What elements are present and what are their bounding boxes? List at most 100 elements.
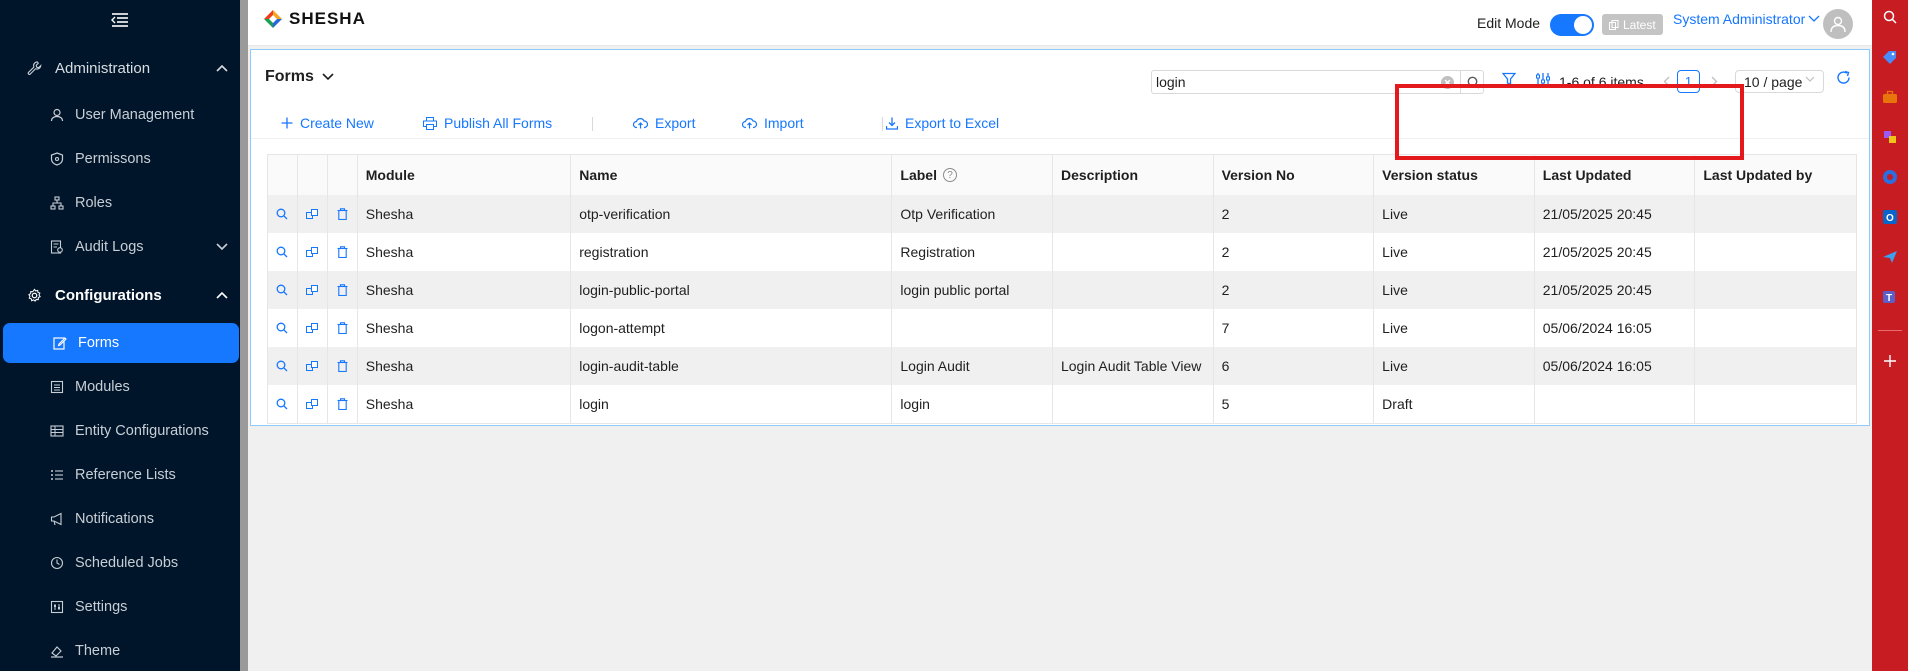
browser-side-panel: O T — [1872, 0, 1908, 671]
user-menu[interactable]: System Administrator — [1673, 11, 1820, 27]
column-header-version-status[interactable]: Version status — [1374, 155, 1535, 195]
view-button[interactable] — [268, 233, 298, 271]
column-header-label[interactable]: Label? — [892, 155, 1053, 195]
cell-last-updated: 05/06/2024 16:05 — [1535, 347, 1696, 385]
page-title-text: Forms — [265, 68, 314, 85]
sidebar-item-scheduled-jobs[interactable]: Scheduled Jobs — [0, 543, 240, 583]
table-row[interactable]: Shesha login-audit-table Login Audit Login … — [268, 347, 1856, 385]
copilot-icon[interactable] — [1881, 168, 1899, 186]
chevron-down-icon — [1808, 15, 1820, 22]
sidebar-item-modules[interactable]: Modules — [0, 367, 240, 407]
outlook-icon[interactable]: O — [1881, 208, 1899, 226]
help-icon[interactable]: ? — [942, 168, 957, 182]
export-button[interactable]: Export — [633, 115, 695, 131]
delete-button[interactable] — [328, 233, 358, 271]
column-header-version-no[interactable]: Version No — [1214, 155, 1375, 195]
sidebar-item-forms[interactable]: Forms — [3, 323, 239, 363]
edit-mode-toggle[interactable] — [1550, 14, 1594, 36]
latest-button[interactable]: Latest — [1602, 14, 1663, 35]
cell-last-updated-by — [1695, 233, 1856, 271]
refresh-icon[interactable] — [1834, 68, 1852, 86]
cell-last-updated: 05/06/2024 16:05 — [1535, 309, 1696, 347]
sidebar-item-settings[interactable]: Settings — [0, 587, 240, 627]
create-new-button[interactable]: Create New — [281, 115, 374, 131]
tag-icon[interactable] — [1881, 48, 1899, 66]
view-button[interactable] — [268, 271, 298, 309]
cell-last-updated-by — [1695, 309, 1856, 347]
duplicate-button[interactable] — [298, 195, 328, 233]
page-title[interactable]: Forms — [265, 68, 334, 86]
trash-icon — [337, 246, 348, 258]
export-excel-button[interactable]: Export to Excel — [886, 115, 999, 131]
table-row[interactable]: Shesha logon-attempt 7 Live 05/06/2024 16:05 — [268, 309, 1856, 347]
column-header-module[interactable]: Module — [358, 155, 572, 195]
trash-icon — [337, 322, 348, 334]
table-row[interactable]: Shesha registration Registration 2 Live 21/05… — [268, 233, 1856, 271]
settings-icon — [50, 600, 66, 614]
sidebar-item-permissions[interactable]: Permissons — [0, 139, 240, 179]
trash-icon — [337, 208, 348, 220]
logo-text: SHESHA — [289, 9, 366, 28]
trash-icon — [337, 360, 348, 372]
sidebar-group-configurations[interactable]: Configurations — [0, 275, 240, 315]
search-icon[interactable] — [1881, 8, 1899, 26]
sidebar-item-notifications[interactable]: Notifications — [0, 499, 240, 539]
table-row[interactable]: Shesha login login 5 Draft — [268, 385, 1856, 423]
duplicate-button[interactable] — [298, 385, 328, 423]
view-button[interactable] — [268, 385, 298, 423]
page-size-select[interactable]: 10 / page — [1735, 70, 1824, 93]
duplicate-button[interactable] — [298, 309, 328, 347]
sidebar-item-label: Scheduled Jobs — [75, 555, 179, 571]
cell-description — [1053, 195, 1214, 233]
add-icon[interactable] — [1881, 352, 1899, 370]
copy-icon — [305, 246, 319, 258]
column-header-last-updated[interactable]: Last Updated — [1535, 155, 1696, 195]
table-row[interactable]: Shesha login-public-portal login public po… — [268, 271, 1856, 309]
sidebar-item-user-management[interactable]: User Management — [0, 95, 240, 135]
clock-icon — [50, 556, 66, 570]
menu-collapse-icon[interactable] — [0, 0, 240, 40]
sidebar-item-theme[interactable]: Theme — [0, 631, 240, 671]
sidebar-item-roles[interactable]: Roles — [0, 183, 240, 223]
sidebar-item-label: Reference Lists — [75, 467, 176, 483]
sidebar-item-reference-lists[interactable]: Reference Lists — [0, 455, 240, 495]
briefcase-icon[interactable] — [1881, 88, 1899, 106]
import-button[interactable]: Import — [742, 115, 804, 131]
send-icon[interactable] — [1881, 248, 1899, 266]
delete-button[interactable] — [328, 385, 358, 423]
cell-last-updated-by — [1695, 271, 1856, 309]
cell-last-updated-by — [1695, 195, 1856, 233]
sidebar-group-administration[interactable]: Administration — [0, 48, 240, 88]
view-button[interactable] — [268, 309, 298, 347]
sidebar-item-entity-configurations[interactable]: Entity Configurations — [0, 411, 240, 451]
cell-version-status: Draft — [1374, 385, 1535, 423]
publish-all-button[interactable]: Publish All Forms — [423, 115, 552, 131]
search-icon — [276, 322, 288, 334]
delete-button[interactable] — [328, 195, 358, 233]
delete-button[interactable] — [328, 309, 358, 347]
header-action-cell — [298, 155, 328, 195]
sidebar-scrollbar[interactable] — [240, 0, 248, 671]
sidebar-group-label: Administration — [55, 59, 151, 77]
column-header-name[interactable]: Name — [571, 155, 893, 195]
chevron-up-icon — [216, 291, 228, 299]
forms-panel: Forms 1-6 of 6 items 1 10 / page Create … — [250, 49, 1870, 426]
sidebar-item-label: Forms — [78, 335, 120, 351]
teams-icon[interactable]: T — [1881, 288, 1899, 306]
toolbar-divider — [592, 117, 593, 131]
column-header-last-updated-by[interactable]: Last Updated by — [1695, 155, 1856, 195]
duplicate-button[interactable] — [298, 271, 328, 309]
duplicate-button[interactable] — [298, 347, 328, 385]
delete-button[interactable] — [328, 271, 358, 309]
shesha-logo[interactable]: SHESHA — [263, 9, 366, 29]
sidebar-item-audit-logs[interactable]: Audit Logs — [0, 227, 240, 267]
table-row[interactable]: Shesha otp-verification Otp Verification 2 L… — [268, 195, 1856, 233]
duplicate-button[interactable] — [298, 233, 328, 271]
delete-button[interactable] — [328, 347, 358, 385]
games-icon[interactable] — [1881, 128, 1899, 146]
list-icon — [50, 468, 66, 482]
avatar[interactable] — [1823, 9, 1853, 39]
view-button[interactable] — [268, 195, 298, 233]
column-header-description[interactable]: Description — [1053, 155, 1214, 195]
view-button[interactable] — [268, 347, 298, 385]
